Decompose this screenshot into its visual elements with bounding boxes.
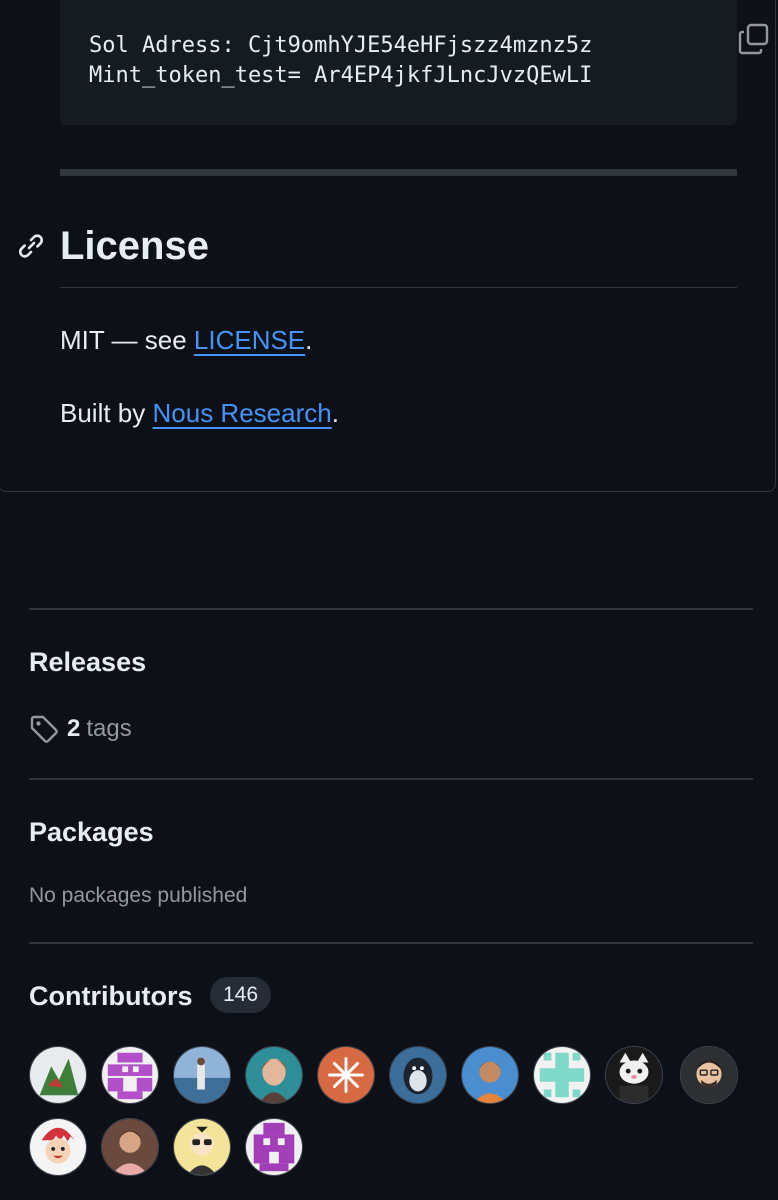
contributor-avatar[interactable] [101,1046,159,1104]
heading-underline [60,287,737,288]
contributor-avatar[interactable] [245,1118,303,1176]
avatar-image [246,1119,302,1175]
tags-link[interactable]: 2 tags [29,714,132,744]
contributor-avatar[interactable] [29,1046,87,1104]
contributor-avatar[interactable] [533,1046,591,1104]
avatar-image [174,1119,230,1175]
tags-count: 2 [67,715,81,742]
packages-heading[interactable]: Packages [29,815,154,849]
license-period: . [305,325,313,355]
license-paragraph: MIT — see LICENSE. [60,324,312,356]
avatar-image [681,1047,737,1103]
avatar-image [390,1047,446,1103]
contributor-avatar[interactable] [173,1118,231,1176]
contributor-avatar[interactable] [317,1046,375,1104]
contributor-avatar[interactable] [101,1118,159,1176]
contributor-avatar[interactable] [245,1046,303,1104]
avatar-image [102,1047,158,1103]
contributors-count-badge: 146 [210,977,272,1013]
avatar-image [246,1047,302,1103]
code-content[interactable]: Sol Adress: Cjt9omhYJE54eHFjszz4mznz5z M… [89,31,659,91]
avatar-image [30,1047,86,1103]
contributor-avatar[interactable] [29,1118,87,1176]
contributor-avatar[interactable] [389,1046,447,1104]
avatar-image [174,1047,230,1103]
avatar-image [318,1047,374,1103]
license-heading: License [60,224,209,268]
code-line: Mint_token_test= Ar4EP4jkfJLncJvzQEwLI [89,63,593,88]
avatar-image [462,1047,518,1103]
avatar-image [534,1047,590,1103]
copy-icon [738,23,769,55]
contributor-avatar[interactable] [680,1046,738,1104]
contributor-avatar[interactable] [605,1046,663,1104]
built-by-period: . [331,398,339,428]
code-block: Sol Adress: Cjt9omhYJE54eHFjszz4mznz5z M… [60,0,769,125]
heading-anchor-link[interactable] [17,232,45,260]
avatar-image [606,1047,662,1103]
built-by-paragraph: Built by Nous Research. [60,397,339,429]
divider [60,169,737,176]
built-by-text: Built by [60,398,153,428]
nous-research-link[interactable]: Nous Research [153,398,332,428]
link-icon [18,234,44,258]
contributor-avatar[interactable] [173,1046,231,1104]
copy-button[interactable] [737,22,771,56]
tag-icon [30,715,58,743]
packages-empty-text: No packages published [29,884,248,907]
license-text: MIT — see [60,325,194,355]
contributor-avatar[interactable] [461,1046,519,1104]
contributors-heading[interactable]: Contributors [29,979,192,1013]
license-link[interactable]: LICENSE [194,325,305,355]
avatar-image [102,1119,158,1175]
section-divider [29,778,753,780]
section-divider [29,608,753,610]
avatar-image [30,1119,86,1175]
code-line: Sol Adress: Cjt9omhYJE54eHFjszz4mznz5z [89,33,593,58]
releases-heading[interactable]: Releases [29,645,146,679]
section-divider [29,942,753,944]
tags-label: tags [86,715,132,742]
